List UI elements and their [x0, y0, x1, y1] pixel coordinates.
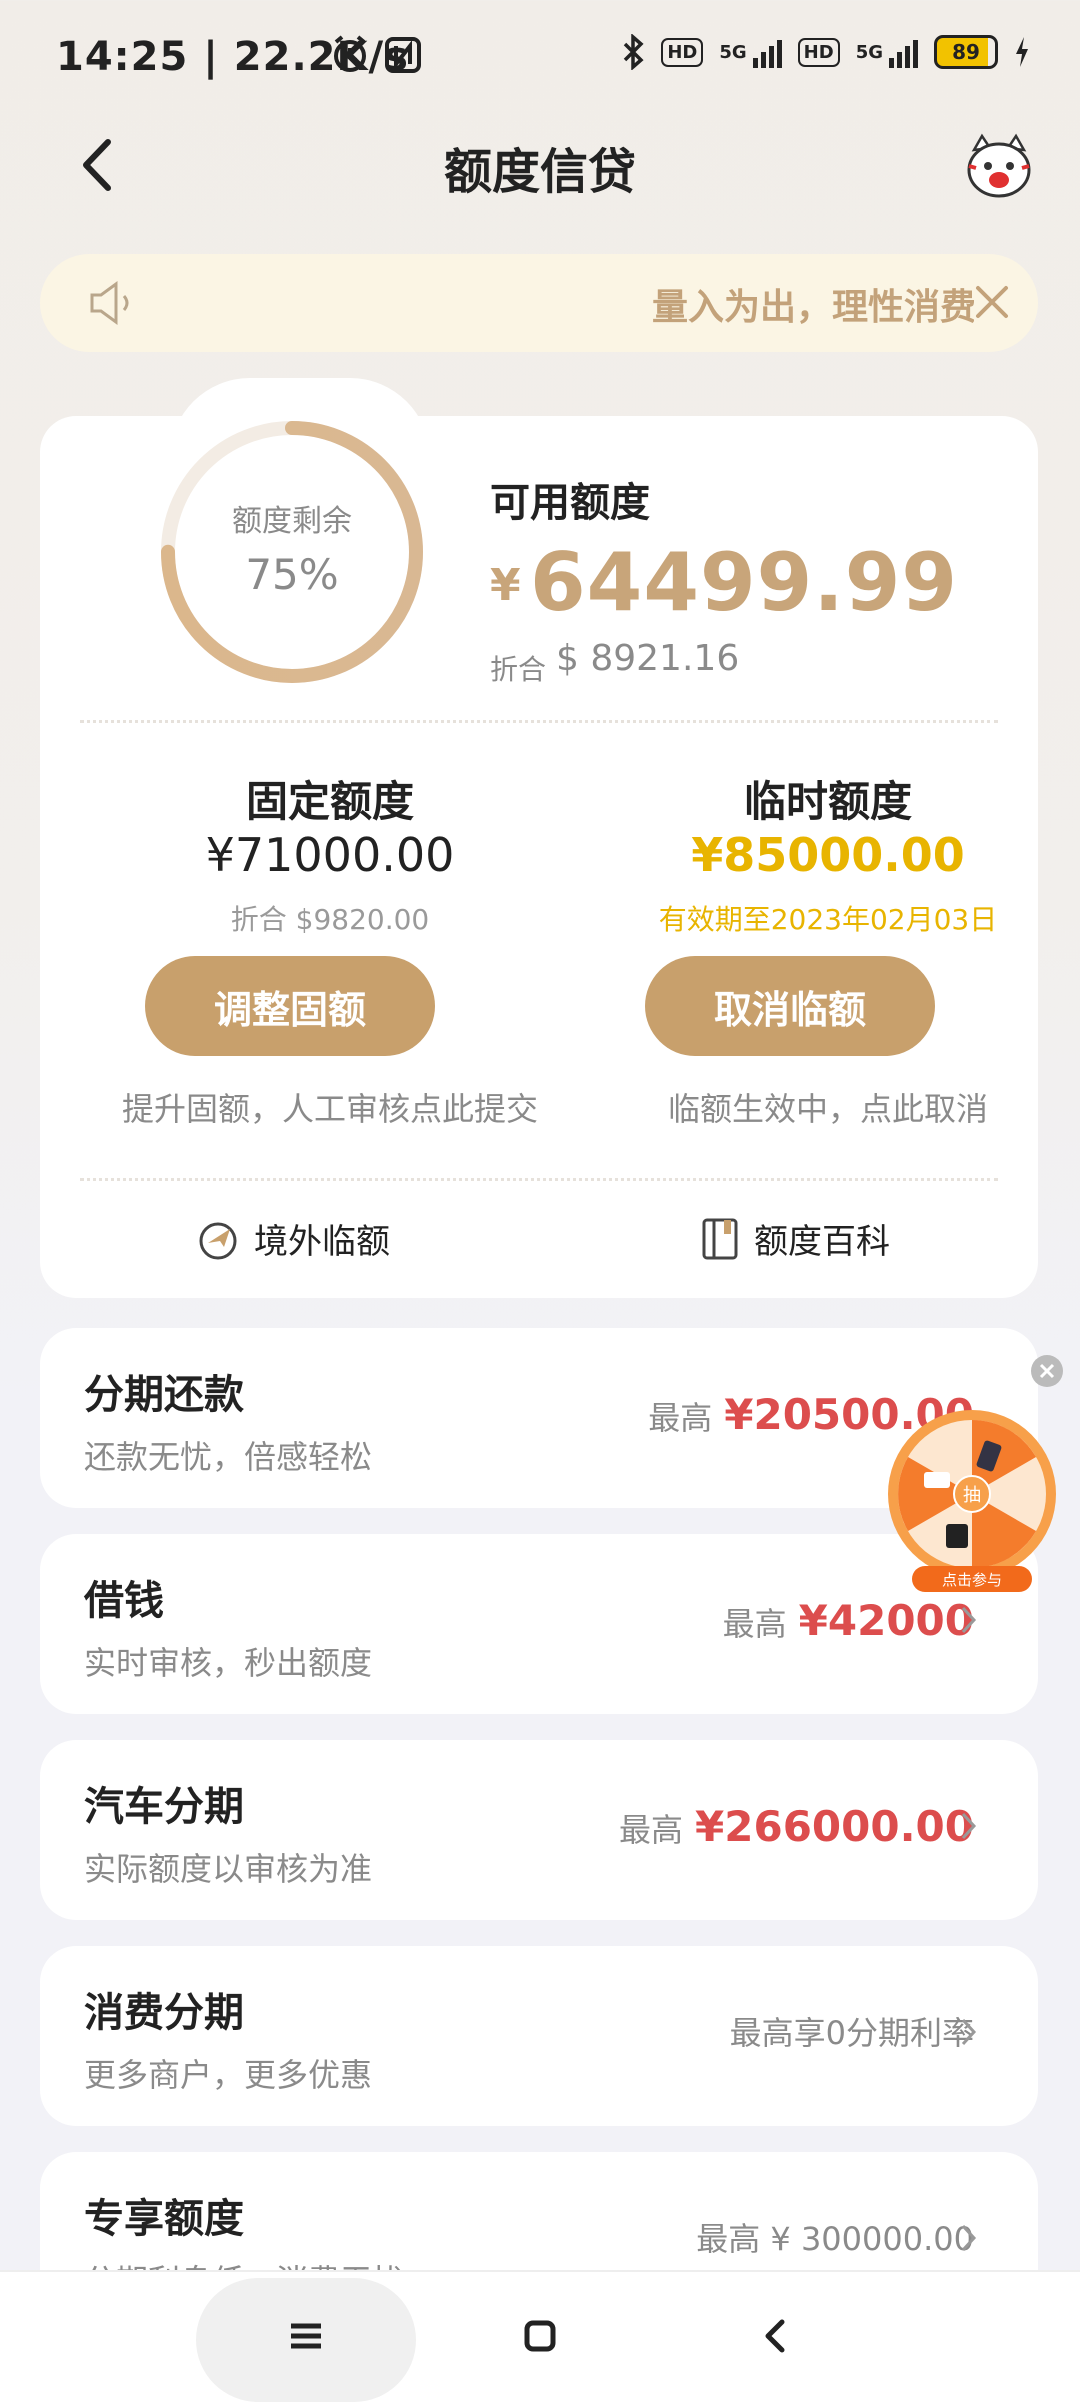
- remaining-label: 额度剩余: [232, 504, 352, 539]
- overseas-temp-button[interactable]: 境外临额: [196, 1214, 390, 1263]
- temp-validity: 有效期至2023年02月03日: [658, 903, 998, 936]
- nav-back-icon[interactable]: [758, 2316, 794, 2356]
- fixed-convert: 折合 $9820.00: [230, 903, 430, 936]
- fixed-hint[interactable]: 提升固额，人工审核点此提交: [80, 1084, 580, 1130]
- divider-2: [80, 1178, 998, 1181]
- limit-prefix: 最高: [648, 1399, 713, 1437]
- adjust-fixed-button[interactable]: 调整固额: [145, 956, 435, 1056]
- car-installment-card[interactable]: 汽车分期 实际额度以审核为准 最高 ¥266000.00: [40, 1740, 1038, 1920]
- divider: [80, 720, 998, 723]
- lottery-wheel-button[interactable]: 抽 点击参与: [884, 1406, 1060, 1596]
- available-label: 可用额度: [490, 480, 650, 526]
- airplane-globe-icon: [199, 1222, 237, 1259]
- notice-text: 量入为出，理性消费: [652, 287, 974, 328]
- network-label-2: 5G: [855, 41, 883, 63]
- cancel-temp-button[interactable]: 取消临额: [645, 956, 935, 1056]
- temp-hint[interactable]: 临额生效中，点此取消: [578, 1084, 1078, 1130]
- available-usd: $ 8921.16: [556, 638, 740, 679]
- book-icon: [702, 1218, 738, 1259]
- wheel-caption: 点击参与: [942, 1571, 1002, 1589]
- speaker-icon: [90, 281, 129, 325]
- currency-symbol: ¥: [490, 560, 521, 611]
- network-label: 5G: [719, 41, 747, 63]
- product-title: 消费分期: [84, 1990, 244, 2036]
- home-icon[interactable]: [522, 2318, 558, 2354]
- close-icon[interactable]: [968, 278, 1016, 326]
- limit-value: ¥42000: [798, 1596, 974, 1645]
- product-title: 专享额度: [84, 2196, 244, 2242]
- alarm-icon: [334, 35, 366, 72]
- limit-value: ¥266000.00: [695, 1802, 974, 1851]
- product-subtitle: 实际额度以审核为准: [84, 1850, 373, 1888]
- page-title: 额度信贷: [443, 144, 636, 200]
- limit-text: 最高 ¥ 300000.00: [696, 2220, 974, 2258]
- wheel-center-label: 抽: [963, 1485, 981, 1506]
- lottery-wheel-icon: 抽 点击参与: [888, 1410, 1056, 1592]
- temp-title: 临时额度: [743, 777, 912, 826]
- mascot-icon[interactable]: [964, 132, 1034, 202]
- product-limit: 最高享0分期利率: [730, 2008, 974, 2054]
- product-title: 汽车分期: [84, 1784, 244, 1830]
- chevron-right-icon: [961, 1812, 977, 1840]
- menu-icon[interactable]: [288, 2318, 324, 2354]
- overseas-label: 境外临额: [254, 1222, 390, 1262]
- convert-prefix: 折合: [490, 653, 547, 686]
- product-title: 分期还款: [84, 1372, 244, 1418]
- product-subtitle: 更多商户，更多优惠: [84, 2056, 373, 2094]
- credit-wiki-button[interactable]: 额度百科: [700, 1214, 890, 1263]
- bluetooth-icon: [624, 34, 644, 70]
- signal-icon: [752, 36, 782, 68]
- wiki-label: 额度百科: [754, 1222, 890, 1262]
- battery-icon: 89: [934, 35, 998, 69]
- product-limit: 最高 ¥ 300000.00: [696, 2214, 974, 2260]
- chevron-right-icon: [961, 1606, 977, 1634]
- product-limit: 最高 ¥266000.00: [619, 1802, 974, 1851]
- consumer-installment-card[interactable]: 消费分期 更多商户，更多优惠 最高享0分期利率: [40, 1946, 1038, 2126]
- limit-text: 最高享0分期利率: [729, 2014, 974, 2052]
- chevron-right-icon: [961, 2018, 977, 2046]
- status-icons: HD 5G HD 5G 89: [621, 34, 1030, 70]
- remaining-percent: 75%: [245, 550, 339, 599]
- notice-bar[interactable]: 量入为出，理性消费: [40, 254, 1038, 352]
- available-amount: 64499.99: [530, 536, 959, 629]
- product-title: 借钱: [84, 1578, 164, 1624]
- hd-badge-2: HD: [797, 37, 840, 67]
- chevron-right-icon: [961, 2224, 977, 2252]
- nfc-icon: [385, 37, 421, 73]
- limit-prefix: 最高: [722, 1605, 787, 1643]
- status-bar: 14:25 | 22.2K/s HD 5G HD 5G 89: [0, 0, 1080, 110]
- limit-prefix: 最高: [619, 1811, 684, 1849]
- product-subtitle: 实时审核，秒出额度: [84, 1644, 373, 1682]
- product-limit: 最高 ¥42000: [723, 1596, 974, 1645]
- system-nav-bar: [0, 2270, 1080, 2402]
- signal-icon-2: [889, 36, 918, 68]
- product-subtitle: 还款无忧，倍感轻松: [84, 1438, 373, 1476]
- wheel-close-icon[interactable]: [1030, 1354, 1064, 1388]
- fixed-amount: ¥71000.00: [205, 828, 455, 882]
- hd-badge: HD: [661, 37, 704, 67]
- charging-icon: [1016, 37, 1028, 67]
- temp-amount: ¥85000.00: [691, 828, 965, 882]
- fixed-title: 固定额度: [245, 777, 414, 826]
